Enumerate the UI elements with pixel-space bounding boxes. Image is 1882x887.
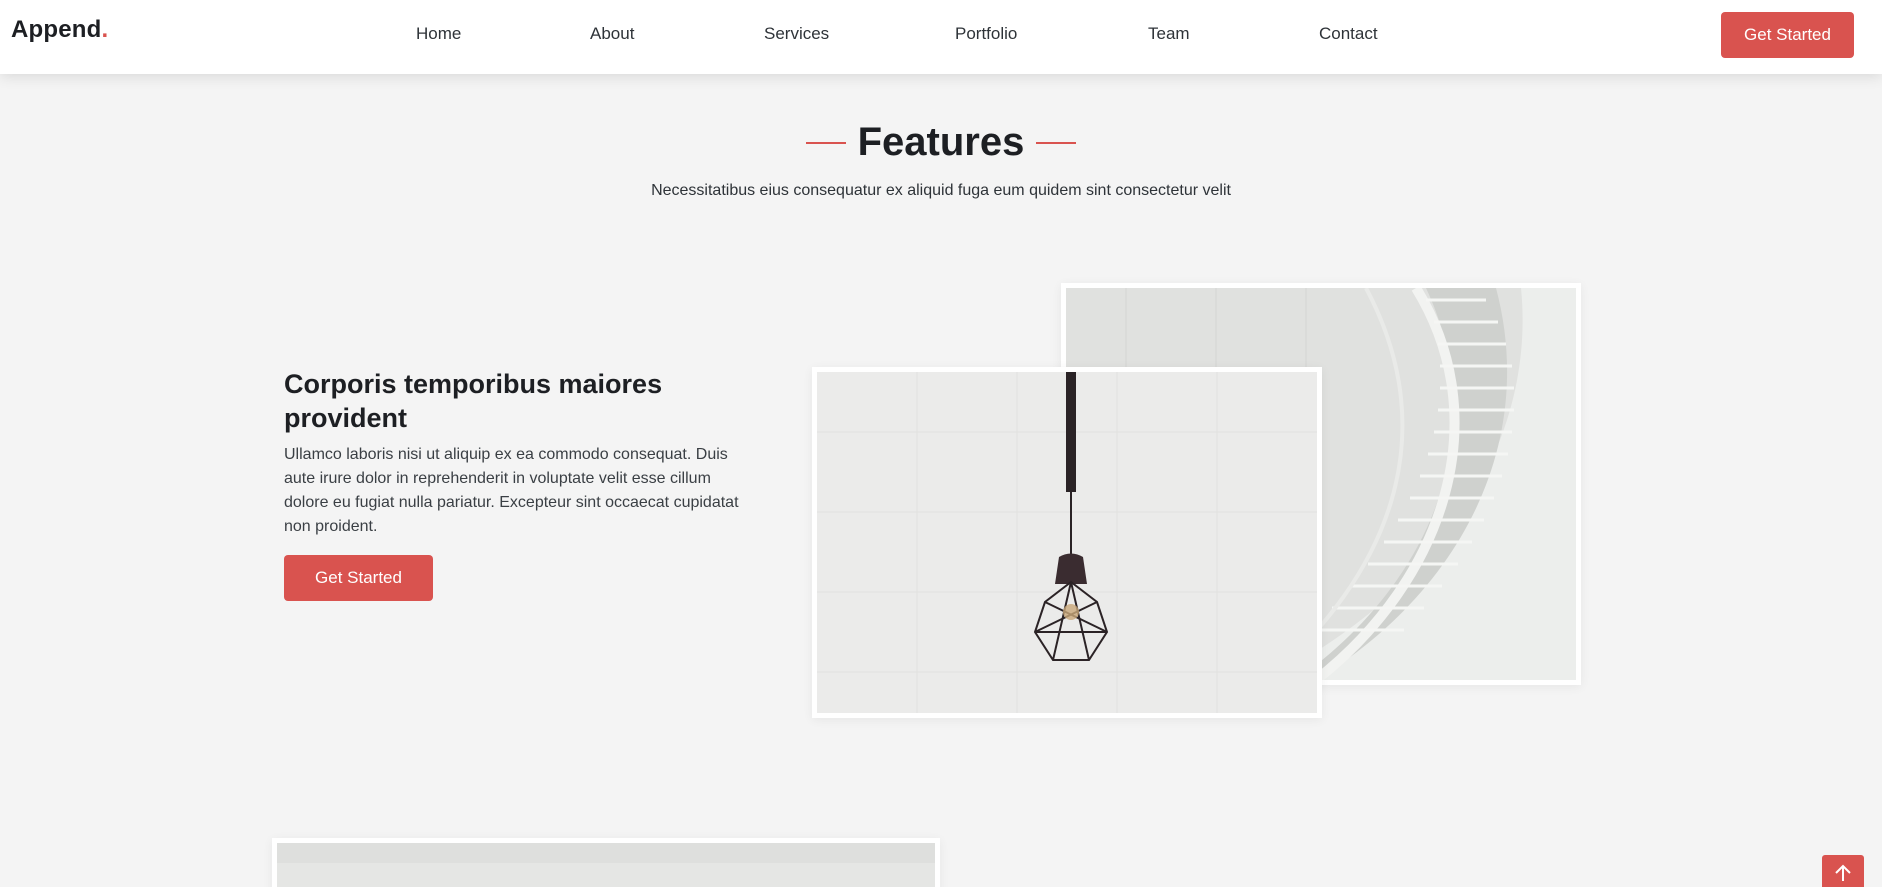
nav-item-about[interactable]: About xyxy=(590,24,634,44)
second-feature-image xyxy=(272,838,940,887)
feature-get-started-button[interactable]: Get Started xyxy=(284,555,433,601)
features-subtitle: Necessitatibus eius consequatur ex aliqu… xyxy=(651,182,1231,199)
arrow-up-icon xyxy=(1833,863,1853,887)
nav-item-contact[interactable]: Contact xyxy=(1319,24,1378,44)
site-header: Append. Home About Services Portfolio Te… xyxy=(0,0,1882,74)
brand-logo[interactable]: Append. xyxy=(11,16,108,44)
nav-item-portfolio[interactable]: Portfolio xyxy=(955,24,1017,44)
features-title: Features xyxy=(806,120,1077,165)
features-section-title: Features xyxy=(0,120,1882,165)
feature-description: Ullamco laboris nisi ut aliquip ex ea co… xyxy=(284,446,739,535)
nav-item-team[interactable]: Team xyxy=(1148,24,1190,44)
feature-heading: Corporis temporibus maiores provident xyxy=(284,369,663,433)
brand-dot: . xyxy=(101,16,109,43)
nav-item-services[interactable]: Services xyxy=(764,24,829,44)
header-get-started-button[interactable]: Get Started xyxy=(1721,12,1854,58)
back-to-top-button[interactable] xyxy=(1822,855,1864,887)
brand-name: Append xyxy=(11,16,102,43)
pendant-lamp-image xyxy=(812,367,1322,718)
nav-item-home[interactable]: Home xyxy=(416,24,461,44)
